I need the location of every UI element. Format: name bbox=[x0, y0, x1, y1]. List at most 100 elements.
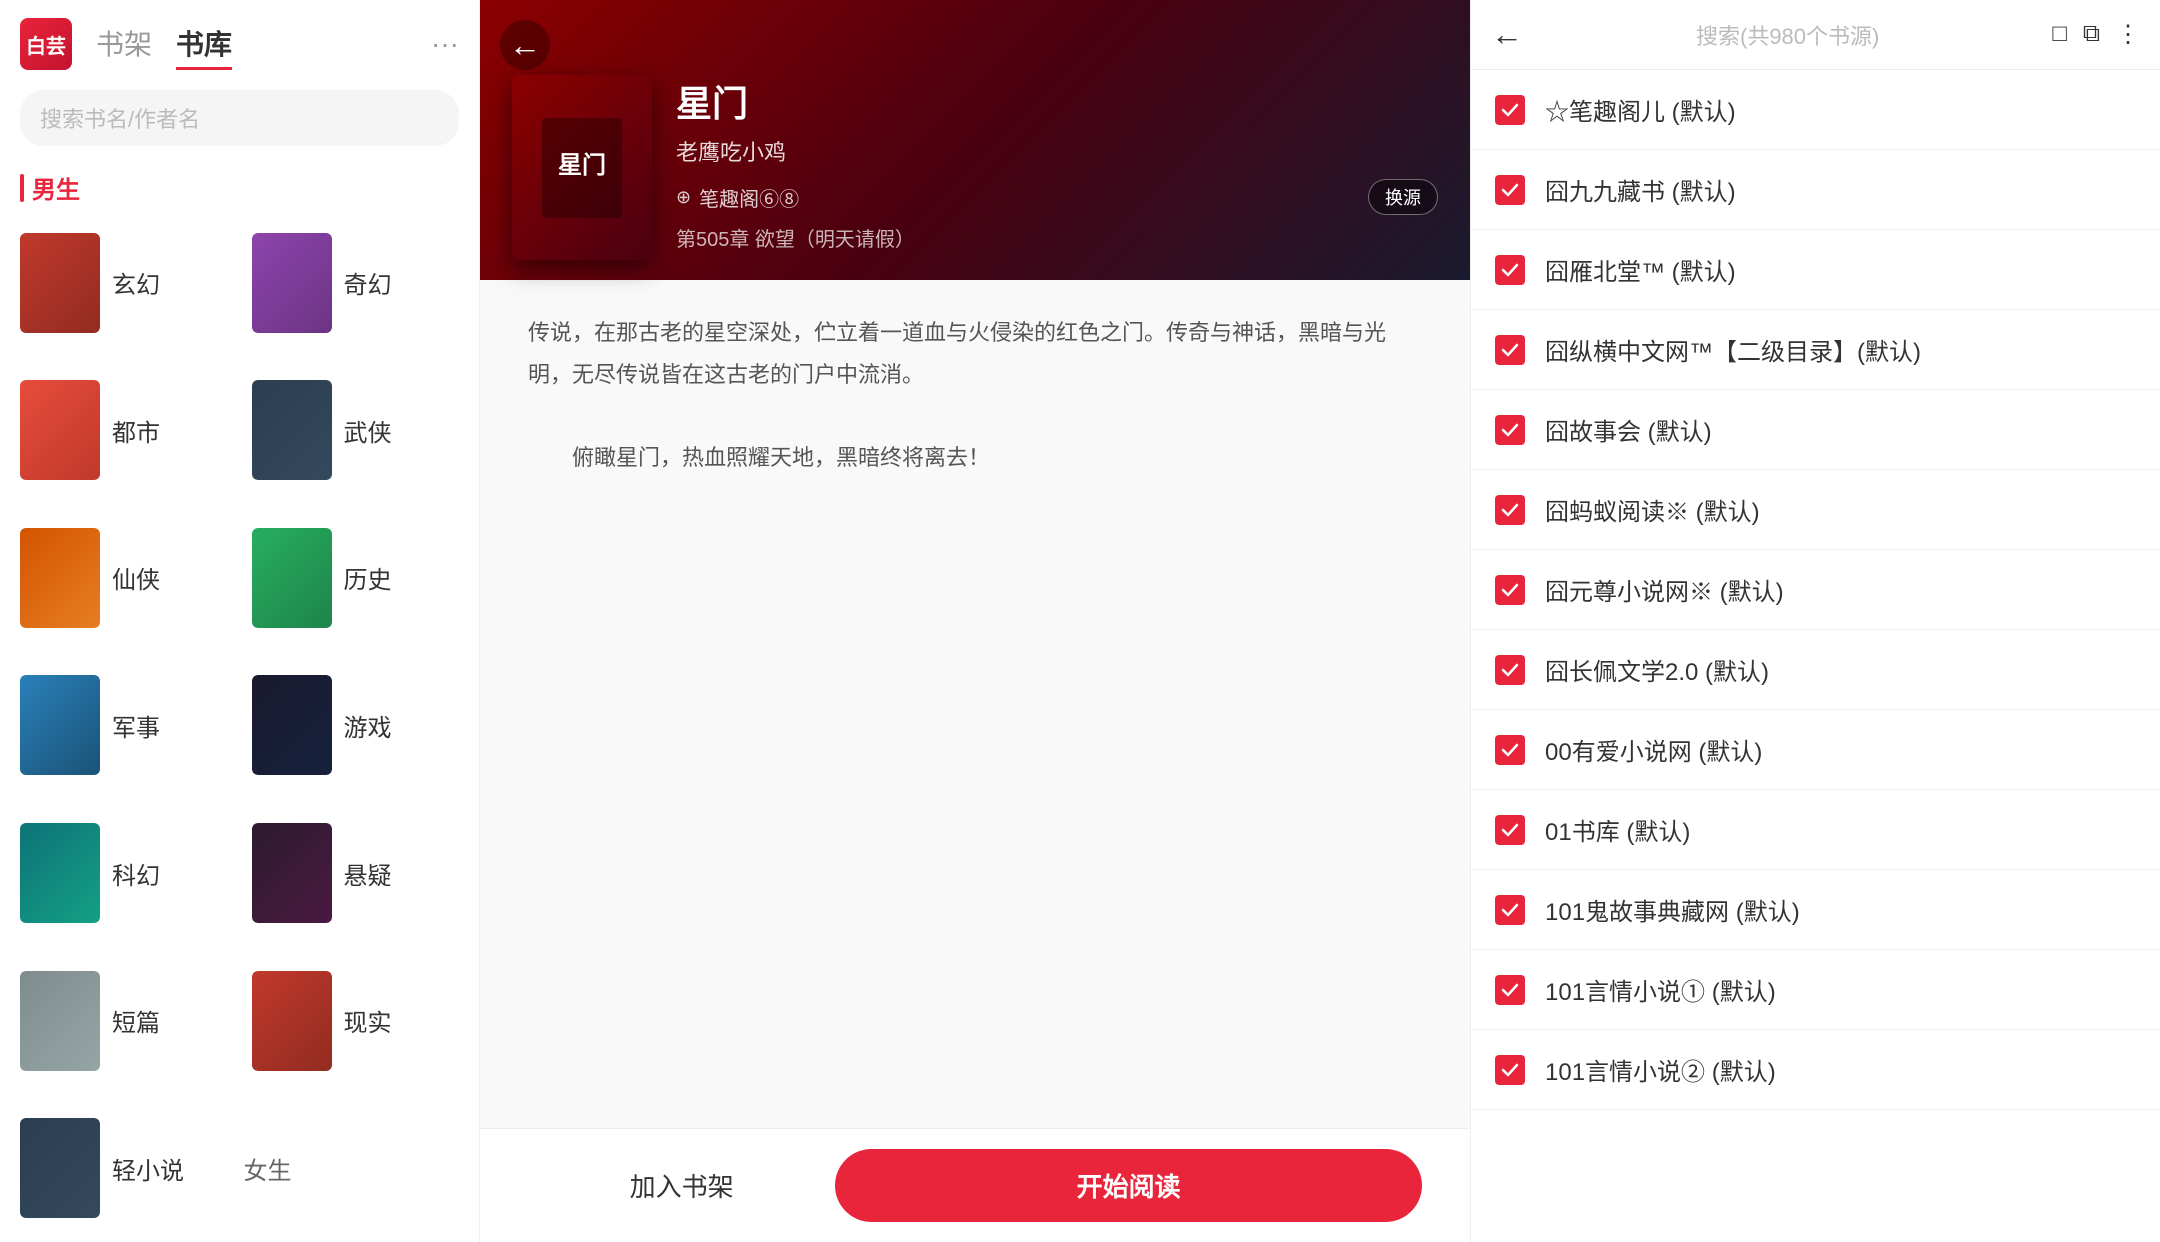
category-cover-xianshi bbox=[252, 971, 332, 1071]
source-item[interactable]: 囧雁北堂™ (默认) bbox=[1471, 230, 2160, 310]
category-cover-duanpian bbox=[20, 971, 100, 1071]
source-checkbox[interactable] bbox=[1495, 1055, 1525, 1085]
category-cover-lishi bbox=[252, 528, 332, 628]
source-name: 01书库 (默认) bbox=[1545, 812, 1690, 847]
category-name-lishi: 历史 bbox=[344, 560, 392, 595]
search-bar[interactable]: 搜索书名/作者名 bbox=[20, 90, 459, 146]
source-item[interactable]: ☆笔趣阁儿 (默认) bbox=[1471, 70, 2160, 150]
source-item[interactable]: 101言情小说② (默认) bbox=[1471, 1030, 2160, 1110]
source-name: 囧蚂蚁阅读※ (默认) bbox=[1545, 492, 1760, 527]
source-item[interactable]: 囧长佩文学2.0 (默认) bbox=[1471, 630, 2160, 710]
source-checkbox[interactable] bbox=[1495, 335, 1525, 365]
book-actions: 加入书架 开始阅读 bbox=[480, 1128, 1470, 1242]
source-name: 囧元尊小说网※ (默认) bbox=[1545, 572, 1784, 607]
source-item[interactable]: 囧纵横中文网™【二级目录】(默认) bbox=[1471, 310, 2160, 390]
svg-text:星门: 星门 bbox=[558, 151, 606, 179]
category-xianxia[interactable]: 仙侠 bbox=[8, 504, 240, 652]
right-icons: □ ⧉ ⋮ bbox=[2052, 20, 2140, 49]
category-junshi[interactable]: 军事 bbox=[8, 652, 240, 800]
gender-female-placeholder: 女生 bbox=[240, 1094, 472, 1242]
source-item[interactable]: 囧元尊小说网※ (默认) bbox=[1471, 550, 2160, 630]
tab-library[interactable]: 书库 bbox=[176, 19, 232, 70]
source-checkbox[interactable] bbox=[1495, 815, 1525, 845]
nav-tabs: 书架 书库 bbox=[96, 19, 232, 70]
category-kehuan[interactable]: 科幻 bbox=[8, 799, 240, 947]
category-name-xuanyi: 悬疑 bbox=[344, 856, 392, 891]
source-checkbox[interactable] bbox=[1495, 655, 1525, 685]
more-options-icon[interactable]: ⋮ bbox=[2116, 20, 2140, 49]
source-item[interactable]: 囧九九藏书 (默认) bbox=[1471, 150, 2160, 230]
source-checkbox[interactable] bbox=[1495, 415, 1525, 445]
window-icon[interactable]: □ bbox=[2052, 20, 2067, 49]
right-back-button[interactable]: ← bbox=[1491, 16, 1523, 53]
source-checkbox[interactable] bbox=[1495, 95, 1525, 125]
category-name-xianxia: 仙侠 bbox=[112, 560, 160, 595]
source-item[interactable]: 囧蚂蚁阅读※ (默认) bbox=[1471, 470, 2160, 550]
book-author: 老鹰吃小鸡 bbox=[676, 135, 1438, 167]
search-placeholder-text: 搜索书名/作者名 bbox=[40, 102, 200, 134]
book-cover-large: 星门 bbox=[512, 75, 652, 260]
book-info: 星门 老鹰吃小鸡 ⊕ 笔趣阁⑥⑧ 换源 第505章 欲望（明天请假） bbox=[676, 75, 1438, 260]
right-search-placeholder[interactable]: 搜索(共980个书源) bbox=[1539, 19, 2036, 51]
book-source-name: 笔趣阁⑥⑧ bbox=[699, 183, 799, 212]
multi-window-icon[interactable]: ⧉ bbox=[2083, 20, 2100, 49]
source-name: 囧纵横中文网™【二级目录】(默认) bbox=[1545, 332, 1921, 367]
category-cover-kehuan bbox=[20, 823, 100, 923]
category-qihuan[interactable]: 奇幻 bbox=[240, 209, 472, 357]
category-xianshi[interactable]: 现实 bbox=[240, 947, 472, 1095]
category-cover-qingxiao bbox=[20, 1118, 100, 1218]
source-item[interactable]: 00有爱小说网 (默认) bbox=[1471, 710, 2160, 790]
source-item[interactable]: 囧故事会 (默认) bbox=[1471, 390, 2160, 470]
category-xuanhuan[interactable]: 玄幻 bbox=[8, 209, 240, 357]
back-button[interactable]: ← bbox=[500, 20, 550, 70]
category-wuxia[interactable]: 武侠 bbox=[240, 357, 472, 505]
source-checkbox[interactable] bbox=[1495, 255, 1525, 285]
category-cover-xuanyi bbox=[252, 823, 332, 923]
source-icon: ⊕ bbox=[676, 187, 691, 208]
source-name: 囧九九藏书 (默认) bbox=[1545, 172, 1736, 207]
source-item[interactable]: 101鬼故事典藏网 (默认) bbox=[1471, 870, 2160, 950]
category-cover-xianxia bbox=[20, 528, 100, 628]
gender-male-tab[interactable]: 男生 bbox=[20, 162, 459, 209]
category-lishi[interactable]: 历史 bbox=[240, 504, 472, 652]
category-cover-qihuan bbox=[252, 233, 332, 333]
source-checkbox[interactable] bbox=[1495, 175, 1525, 205]
category-xuanyi[interactable]: 悬疑 bbox=[240, 799, 472, 947]
category-name-qingxiao: 轻小说 bbox=[112, 1151, 184, 1186]
gender-female-label[interactable]: 女生 bbox=[244, 1151, 292, 1186]
book-title: 星门 bbox=[676, 75, 1438, 127]
source-item[interactable]: 101言情小说① (默认) bbox=[1471, 950, 2160, 1030]
source-checkbox[interactable] bbox=[1495, 735, 1525, 765]
middle-panel: ← 星门 星门 老鹰吃小鸡 ⊕ 笔趣阁⑥⑧ 换源 第505章 欲望（明天请假） bbox=[480, 0, 1470, 1242]
tab-bookshelf[interactable]: 书架 bbox=[96, 19, 152, 70]
logo-icon: 白芸 bbox=[20, 18, 72, 70]
source-checkbox[interactable] bbox=[1495, 575, 1525, 605]
book-desc-text: 传说，在那古老的星空深处，伫立着一道血与火侵染的红色之门。传奇与神话，黑暗与光明… bbox=[528, 320, 1386, 470]
more-menu-icon[interactable]: ··· bbox=[431, 28, 459, 60]
category-name-junshi: 军事 bbox=[112, 708, 160, 743]
category-cover-dushi bbox=[20, 380, 100, 480]
category-cover-wuxia bbox=[252, 380, 332, 480]
start-read-button[interactable]: 开始阅读 bbox=[835, 1149, 1422, 1222]
gender-bar bbox=[20, 174, 24, 202]
category-qingxiao[interactable]: 轻小说 bbox=[8, 1094, 240, 1242]
source-item[interactable]: 01书库 (默认) bbox=[1471, 790, 2160, 870]
add-shelf-button[interactable]: 加入书架 bbox=[528, 1151, 835, 1220]
source-checkbox[interactable] bbox=[1495, 495, 1525, 525]
category-youxi[interactable]: 游戏 bbox=[240, 652, 472, 800]
source-checkbox[interactable] bbox=[1495, 975, 1525, 1005]
left-panel: 白芸 书架 书库 ··· 搜索书名/作者名 男生 玄幻 奇幻 bbox=[0, 0, 480, 1242]
switch-source-button[interactable]: 换源 bbox=[1368, 179, 1438, 215]
source-name: ☆笔趣阁儿 (默认) bbox=[1545, 92, 1736, 127]
source-name: 囧长佩文学2.0 (默认) bbox=[1545, 652, 1769, 687]
category-name-kehuan: 科幻 bbox=[112, 856, 160, 891]
category-cover-junshi bbox=[20, 675, 100, 775]
book-hero: ← 星门 星门 老鹰吃小鸡 ⊕ 笔趣阁⑥⑧ 换源 第505章 欲望（明天请假） bbox=[480, 0, 1470, 280]
right-header: ← 搜索(共980个书源) □ ⧉ ⋮ bbox=[1471, 0, 2160, 70]
source-name: 101言情小说② (默认) bbox=[1545, 1052, 1776, 1087]
category-name-duanpian: 短篇 bbox=[112, 1003, 160, 1038]
category-name-dushi: 都市 bbox=[112, 413, 160, 448]
category-duanpian[interactable]: 短篇 bbox=[8, 947, 240, 1095]
source-checkbox[interactable] bbox=[1495, 895, 1525, 925]
category-dushi[interactable]: 都市 bbox=[8, 357, 240, 505]
